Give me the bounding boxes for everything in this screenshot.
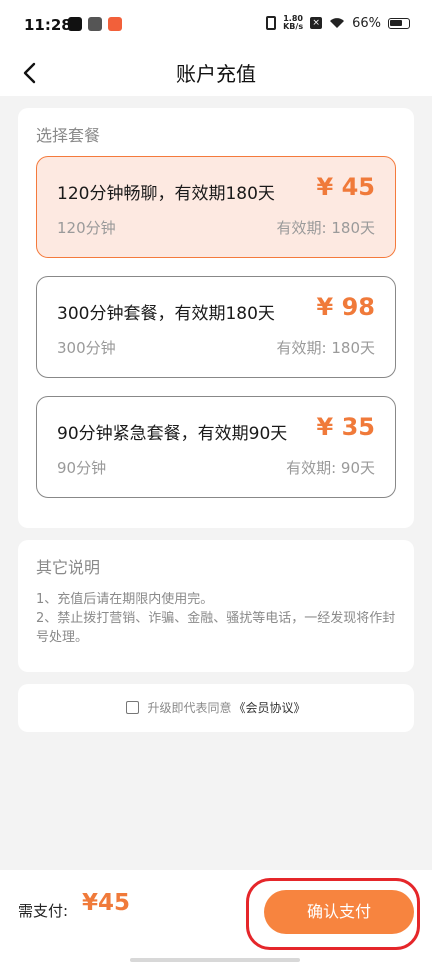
network-speed: 1.80 KB/s (283, 15, 303, 31)
notification-icons (68, 17, 122, 31)
agreement-card: 升级即代表同意 《会员协议》 (18, 684, 414, 732)
tiktok-icon (68, 17, 82, 31)
status-time: 11:28 (24, 16, 72, 34)
network-speed-unit: KB/s (283, 22, 304, 31)
nav-bar: 账户充值 (0, 50, 432, 96)
plan-title: 90分钟紧急套餐，有效期90天 (57, 424, 288, 444)
app-icon (88, 17, 102, 31)
plan-title: 120分钟畅聊，有效期180天 (57, 184, 275, 204)
plan-validity: 有效期: 180天 (276, 339, 375, 357)
plan-option-90[interactable]: 90分钟紧急套餐，有效期90天 ¥ 35 90分钟 有效期: 90天 (36, 396, 396, 498)
plans-card: 选择套餐 120分钟畅聊，有效期180天 ¥ 45 120分钟 有效期: 180… (18, 108, 414, 528)
notes-card: 其它说明 1、充值后请在期限内使用完。 2、禁止拨打营销、诈骗、金融、骚扰等电话… (18, 540, 414, 672)
notes-line: 2、禁止拨打营销、诈骗、金融、骚扰等电话，一经发现将作封号处理。 (36, 611, 396, 645)
agreement-checkbox[interactable] (126, 701, 140, 714)
status-bar: 11:28 1.80 KB/s × 66% (0, 0, 432, 50)
member-agreement-link[interactable]: 《会员协议》 (234, 699, 306, 716)
pay-amount: ¥45 (82, 890, 131, 916)
confirm-pay-button[interactable]: 确认支付 (264, 890, 414, 934)
plan-validity: 有效期: 180天 (276, 219, 375, 237)
plan-price: ¥ 98 (316, 293, 375, 321)
vibrate-icon (266, 16, 277, 30)
plan-minutes: 300分钟 (57, 339, 116, 357)
shopping-app-icon (108, 17, 122, 31)
notes-text: 1、充值后请在期限内使用完。 2、禁止拨打营销、诈骗、金融、骚扰等电话，一经发现… (36, 590, 408, 647)
bottom-bar: 需支付: ¥45 确认支付 (0, 870, 432, 964)
plan-validity: 有效期: 90天 (286, 459, 375, 477)
page-title: 账户充值 (176, 62, 256, 86)
plan-option-120[interactable]: 120分钟畅聊，有效期180天 ¥ 45 120分钟 有效期: 180天 (36, 156, 396, 258)
notes-title: 其它说明 (36, 558, 101, 577)
battery-percent: 66% (352, 15, 381, 31)
notes-line: 1、充值后请在期限内使用完。 (36, 592, 214, 607)
pay-label: 需支付: (18, 902, 69, 920)
plan-minutes: 90分钟 (57, 459, 107, 477)
no-sim-icon: × (310, 17, 323, 29)
agreement-row: 升级即代表同意 《会员协议》 (18, 699, 414, 716)
battery-icon (388, 17, 410, 29)
plan-title: 300分钟套餐，有效期180天 (57, 304, 275, 324)
section-label: 选择套餐 (36, 126, 101, 145)
plan-minutes: 120分钟 (57, 219, 116, 237)
plan-price: ¥ 45 (316, 173, 375, 201)
status-indicators: 1.80 KB/s × 66% (266, 15, 410, 31)
wifi-icon (330, 18, 345, 28)
home-indicator (130, 958, 300, 962)
plan-option-300[interactable]: 300分钟套餐，有效期180天 ¥ 98 300分钟 有效期: 180天 (36, 276, 396, 378)
plan-price: ¥ 35 (316, 413, 375, 441)
agreement-text: 升级即代表同意 (147, 701, 232, 715)
